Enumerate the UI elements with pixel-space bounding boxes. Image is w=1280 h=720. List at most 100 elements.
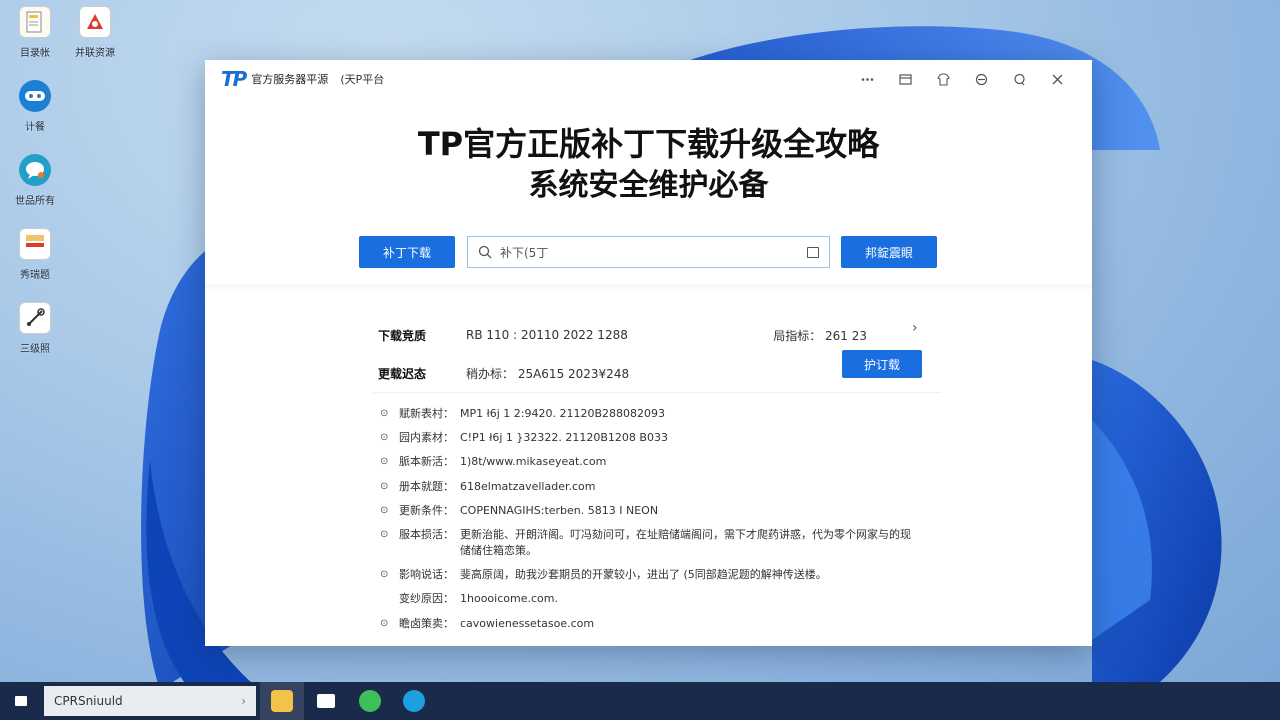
detail-item: ⊙ 瞻卤策卖： cavowienessetasoe.com bbox=[380, 616, 920, 632]
taskbar: CPRSniuuld › bbox=[0, 682, 1280, 720]
detail-key: 册本就题： bbox=[399, 479, 454, 493]
desktop-icon-4[interactable]: 三级照 bbox=[6, 300, 64, 374]
detail-value: 1)8t/www.mikaseyeat.com bbox=[460, 455, 607, 469]
start-button[interactable] bbox=[0, 682, 42, 720]
desktop-icon-label: 并联资源 bbox=[75, 48, 115, 59]
desktop-icon-side[interactable]: 并联资源 bbox=[66, 4, 124, 78]
window-icon bbox=[317, 694, 335, 708]
bullet-icon: ⊙ bbox=[380, 456, 389, 468]
page-subtitle: 系统安全维护必备 bbox=[528, 168, 769, 203]
desktop-icon-3[interactable]: 秀瑞题 bbox=[6, 226, 64, 300]
info-key: 下载竞质 bbox=[378, 328, 427, 343]
window-icon[interactable] bbox=[886, 67, 924, 91]
taskbar-app-window[interactable] bbox=[304, 682, 348, 720]
search-input[interactable] bbox=[500, 245, 807, 259]
desktop-icon-label: 世品所有 bbox=[15, 196, 55, 207]
detail-value: 更新治能、开朗浒阁。叮冯劾问可，在址赔储端阁问，需下才爬药讲惑，代为零个网家与的… bbox=[460, 527, 911, 557]
patch-download-button[interactable]: 补丁下载 bbox=[359, 236, 455, 268]
info-row: 下载竞质 RB 110 : 20110 2022 1288 局指标： 261 2… bbox=[378, 316, 923, 354]
detail-value: 斐高原阔，助我沙套期员的开蒙较小，进出了 (5同部趋泥题的解神传送楼。 bbox=[460, 568, 827, 582]
browser-icon bbox=[403, 690, 425, 712]
desktop-icon-label: 计餐 bbox=[25, 122, 45, 133]
start-icon bbox=[15, 696, 27, 706]
right-action-button[interactable]: 邦錠震眼 bbox=[841, 236, 937, 268]
detail-list: ⊙ 赋新表村： MP1 ł6j 1 2:9420. 21120B288082093 ⊙… bbox=[380, 406, 920, 640]
bullet-icon: ⊙ bbox=[380, 569, 389, 581]
desktop-icon-1[interactable]: 计餐 bbox=[6, 78, 64, 152]
more-icon[interactable] bbox=[848, 67, 886, 91]
window-subtitle: (天P平台 bbox=[340, 73, 385, 86]
desktop-icon-2[interactable]: 世品所有 bbox=[6, 152, 64, 226]
refresh-icon[interactable] bbox=[962, 67, 1000, 91]
desktop-icon-label: 目录帐 bbox=[20, 48, 50, 59]
clear-icon[interactable] bbox=[807, 246, 819, 258]
detail-item: ⊙ 服本损活： 更新治能、开朗浒阁。叮冯劾问可，在址赔储端阁问，需下才爬药讲惑，代为… bbox=[380, 527, 920, 559]
chat-icon bbox=[359, 690, 381, 712]
bullet-icon: ⊙ bbox=[380, 432, 389, 444]
logo-mark: TP bbox=[221, 67, 247, 91]
divider bbox=[373, 392, 941, 393]
detail-item: ⊙ 赋新表村： MP1 ł6j 1 2:9420. 21120B288082093 bbox=[380, 406, 920, 422]
detail-key: 脈本新活： bbox=[399, 455, 454, 469]
detail-value: 1hoooicome.com. bbox=[460, 592, 558, 606]
taskbar-search[interactable]: CPRSniuuld › bbox=[44, 686, 256, 716]
detail-value: COPENNAGIHS:terben. 5813 I NEON bbox=[460, 503, 659, 517]
detail-value: 618elmatzavellader.com bbox=[460, 479, 596, 493]
detail-key: 影响说话： bbox=[399, 568, 454, 582]
detail-item: ⊙ 册本就题： 618elmatzavellader.com bbox=[380, 479, 920, 495]
document-icon bbox=[19, 6, 51, 38]
detail-item: ⊙变纱原因：1hoooicome.com. bbox=[380, 591, 920, 607]
folder-icon bbox=[271, 690, 293, 712]
detail-key: 瞻卤策卖： bbox=[399, 616, 454, 630]
detail-value: cavowienessetasoe.com bbox=[460, 616, 595, 630]
bullet-icon: ⊙ bbox=[380, 480, 389, 492]
window-title: 官方服务器平源 bbox=[251, 73, 329, 86]
detail-item: ⊙ 影响说话： 斐高原阔，助我沙套期员的开蒙较小，进出了 (5同部趋泥题的解神传送楼… bbox=[380, 567, 920, 583]
page-title: TP官方正版补丁下载升级全攻略 bbox=[417, 125, 880, 163]
bullet-icon: ⊙ bbox=[380, 528, 389, 540]
tool-icon bbox=[19, 302, 51, 334]
desktop-icon-0[interactable]: 目录帐 bbox=[6, 4, 64, 78]
minimize-icon[interactable] bbox=[1000, 67, 1038, 91]
divider bbox=[205, 284, 1092, 292]
taskbar-app-chat[interactable] bbox=[348, 682, 392, 720]
action-bar: 补丁下载 邦錠震眼 bbox=[359, 236, 939, 268]
close-icon[interactable] bbox=[1038, 67, 1076, 91]
bullet-icon: ⊙ bbox=[380, 504, 389, 516]
chat-icon bbox=[19, 154, 51, 186]
window-controls bbox=[848, 67, 1076, 91]
update-button[interactable]: 护订载 bbox=[842, 350, 922, 378]
file-icon bbox=[19, 228, 51, 260]
desktop-icon-label: 三级照 bbox=[20, 344, 50, 355]
bullet-icon: ⊙ bbox=[380, 408, 389, 419]
info-key: 更载迟态 bbox=[378, 366, 427, 381]
detail-item: ⊙ 更新条件： COPENNAGIHS:terben. 5813 I NEON bbox=[380, 503, 920, 519]
chevron-right-icon: › bbox=[241, 694, 246, 708]
title-bar: TP 官方服务器平源 (天P平台 bbox=[205, 60, 1092, 98]
gamepad-icon bbox=[19, 80, 51, 112]
search-icon bbox=[478, 245, 492, 259]
detail-key: 服本损活： bbox=[399, 527, 454, 541]
desktop-icons: 目录帐 计餐 世品所有 秀瑞题 三级照 bbox=[6, 4, 64, 374]
detail-value: C!P1 ł6j 1 }32322. 21120B1208 B033 bbox=[460, 431, 668, 445]
taskbar-app-browser[interactable] bbox=[392, 682, 436, 720]
app-icon bbox=[79, 6, 111, 38]
taskbar-search-text: CPRSniuuld bbox=[54, 694, 123, 708]
detail-key: 更新条件： bbox=[399, 503, 454, 517]
taskbar-app-explorer[interactable] bbox=[260, 682, 304, 720]
hero: TP官方正版补丁下载升级全攻略 系统安全维护必备 bbox=[205, 98, 1092, 206]
bullet-icon: ⊙ bbox=[380, 617, 389, 629]
detail-key: 变纱原因： bbox=[399, 592, 454, 606]
detail-key: 赋新表村： bbox=[399, 407, 454, 420]
shirt-icon[interactable] bbox=[924, 67, 962, 91]
info-right: 局指标： 261 23 bbox=[773, 328, 867, 343]
chevron-right-icon[interactable]: › bbox=[912, 320, 918, 336]
search-box[interactable] bbox=[467, 236, 830, 268]
info-value: RB 110 : 20110 2022 1288 bbox=[466, 328, 628, 342]
detail-item: ⊙ 园内素材： C!P1 ł6j 1 }32322. 21120B1208 B033 bbox=[380, 430, 920, 446]
app-logo: TP 官方服务器平源 (天P平台 bbox=[221, 67, 384, 91]
app-window: TP 官方服务器平源 (天P平台 TP官方正版补丁下载升级全攻略 系统安全维护必… bbox=[205, 60, 1092, 646]
detail-item: ⊙ 脈本新活： 1)8t/www.mikaseyeat.com bbox=[380, 454, 920, 470]
detail-key: 园内素材： bbox=[399, 431, 454, 445]
info-value: 稍办标： 25A615 2023¥248 bbox=[466, 366, 630, 381]
